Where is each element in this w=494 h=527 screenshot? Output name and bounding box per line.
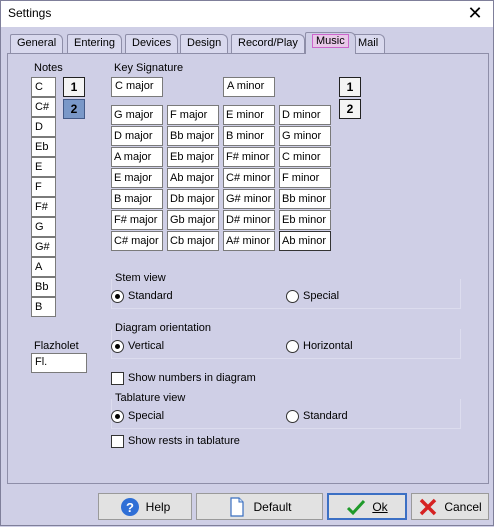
key-signature-cell[interactable]: B major [111,189,163,209]
default-button[interactable]: Default [196,493,323,520]
key-signature-cell[interactable]: E minor [223,105,275,125]
key-signature-label: Key Signature [114,62,184,74]
key-page-2-button[interactable]: 2 [339,99,361,119]
key-signature-cell[interactable]: F major [167,105,219,125]
notes-page-2-button[interactable]: 2 [63,99,85,119]
key-signature-cell[interactable]: D minor [279,105,331,125]
show-rests-label: Show rests in tablature [128,435,240,447]
orientation-vertical-radio[interactable] [111,340,124,353]
help-icon: ? [120,497,139,516]
key-signature-cell[interactable]: Bb minor [279,189,331,209]
document-icon [230,496,245,517]
key-signature-cell[interactable]: G major [111,105,163,125]
current-major-key-field[interactable]: C major [111,77,163,97]
current-minor-key-field[interactable]: A minor [223,77,275,97]
note-item[interactable]: Bb [31,277,56,297]
orientation-horizontal-radio[interactable] [286,340,299,353]
note-item[interactable]: G# [31,237,56,257]
note-item[interactable]: A [31,257,56,277]
note-item[interactable]: F# [31,197,56,217]
show-numbers-checkbox[interactable] [111,372,124,385]
tablature-special-label: Special [128,410,165,422]
cancel-button[interactable]: Cancel [411,493,489,520]
note-item[interactable]: B [31,297,56,317]
key-signature-cell[interactable]: Gb major [167,210,219,230]
help-button[interactable]: ? Help [98,493,192,520]
note-item[interactable]: D [31,117,56,137]
flazholet-input[interactable]: Fl. [31,353,87,373]
svg-text:?: ? [126,500,134,515]
note-item[interactable]: C# [31,97,56,117]
key-signature-cell[interactable]: A major [111,147,163,167]
show-rests-checkbox[interactable] [111,435,124,448]
note-item[interactable]: F [31,177,56,197]
settings-window: Settings ✕ General Entering Devices Desi… [0,0,494,526]
stem-standard-label: Standard [128,290,173,302]
key-signature-cell[interactable]: D major [111,126,163,146]
key-signature-cell[interactable]: E major [111,168,163,188]
key-page-1-button[interactable]: 1 [339,77,361,97]
key-signature-cell[interactable]: Eb minor [279,210,331,230]
note-item[interactable]: Eb [31,137,56,157]
key-signature-cell[interactable]: G minor [279,126,331,146]
orientation-vertical-label: Vertical [128,340,165,352]
stem-special-label: Special [303,290,340,302]
key-signature-cell[interactable]: D# minor [223,210,275,230]
key-signature-cell[interactable]: F# major [111,210,163,230]
key-signature-cell[interactable]: Ab major [167,168,219,188]
key-signature-cell[interactable]: Cb major [167,231,219,251]
tablature-standard-radio[interactable] [286,410,299,423]
stem-special-radio[interactable] [286,290,299,303]
tablature-special-radio[interactable] [111,410,124,423]
key-signature-cell[interactable]: G# minor [223,189,275,209]
key-signature-cell[interactable]: C# major [111,231,163,251]
cross-icon [420,498,437,515]
orientation-horizontal-label: Horizontal [303,340,353,352]
key-signature-cell[interactable]: C# minor [223,168,275,188]
key-signature-cell[interactable]: Db major [167,189,219,209]
key-signature-cell[interactable]: A# minor [223,231,275,251]
note-item[interactable]: G [31,217,56,237]
checkmark-icon [347,499,366,515]
notes-page-1-button[interactable]: 1 [63,77,85,97]
flazholet-label: Flazholet [34,340,79,352]
note-item[interactable]: C [31,77,56,97]
key-signature-cell[interactable]: Ab minor [279,231,331,251]
ok-button[interactable]: Ok [327,493,407,520]
note-item[interactable]: E [31,157,56,177]
key-signature-cell[interactable]: B minor [223,126,275,146]
key-signature-cell[interactable]: F# minor [223,147,275,167]
stem-standard-radio[interactable] [111,290,124,303]
show-numbers-label: Show numbers in diagram [128,372,256,384]
key-signature-cell[interactable]: Bb major [167,126,219,146]
key-signature-cell[interactable]: C minor [279,147,331,167]
key-signature-cell[interactable]: Eb major [167,147,219,167]
key-signature-cell[interactable]: F minor [279,168,331,188]
notes-label: Notes [34,62,63,74]
tablature-standard-label: Standard [303,410,348,422]
